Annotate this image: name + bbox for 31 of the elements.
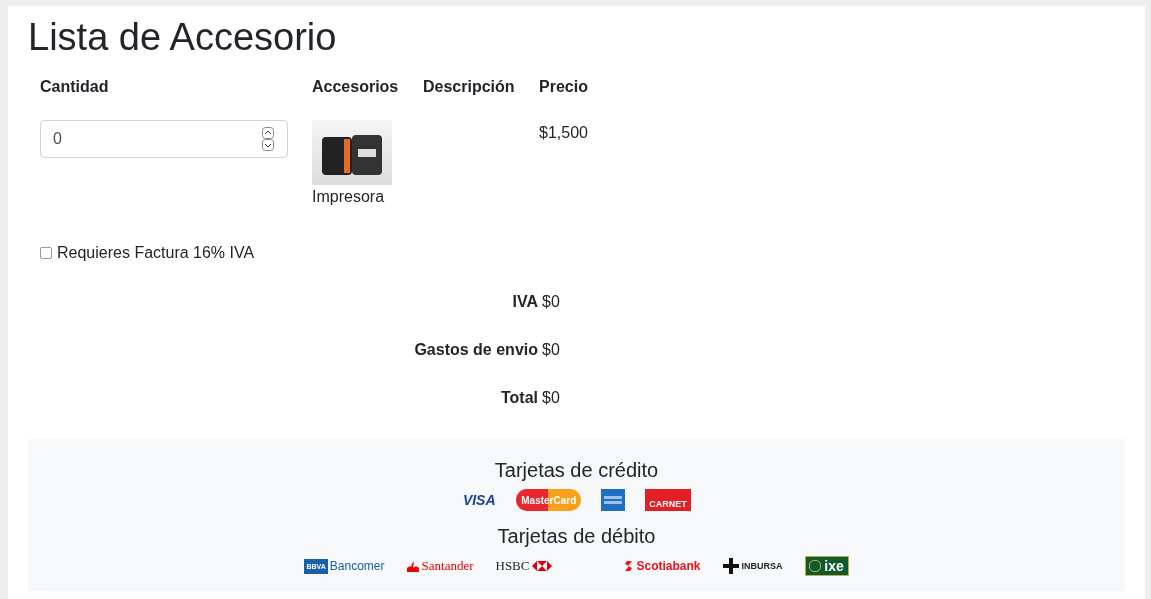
total-value: $0 (542, 292, 561, 311)
scotiabank-logo: Scotiabank (624, 559, 701, 573)
quantity-field[interactable]: 0 (40, 120, 288, 158)
ixe-logo: ixe (804, 556, 849, 576)
carnet-logo: CARNET (645, 489, 691, 511)
amex-logo (601, 489, 626, 511)
price-cell-text: $1,500 (539, 124, 589, 143)
checkbox-label: Requieres Factura 16% IVA (57, 244, 255, 262)
hexagon-icon (532, 561, 553, 571)
total-label: Gastos de envio (413, 340, 538, 359)
checkbox[interactable] (40, 247, 52, 259)
hsbc-logo: HSBC (495, 558, 553, 574)
flame-icon (406, 560, 419, 572)
santander-logo: Santander (406, 558, 474, 574)
mastercard-logo: MasterCard (516, 489, 582, 511)
total-value: $0 (542, 388, 561, 407)
credit-cards-title: Tarjetas de crédito (494, 459, 659, 481)
total-label: Total (499, 388, 538, 407)
column-header: Descripción (423, 78, 516, 97)
visa-logo: VISA (462, 492, 497, 508)
total-label: IVA (511, 292, 538, 311)
spinner-icon[interactable] (262, 127, 274, 151)
column-header: Cantidad (40, 78, 110, 97)
accessory-name: Impresora (312, 188, 386, 206)
debit-cards-title: Tarjetas de débito (497, 525, 656, 547)
page-title: Lista de Accesorio (28, 15, 338, 60)
total-value: $0 (542, 340, 561, 359)
column-header: Accesorios (312, 78, 400, 97)
column-header: Precio (539, 78, 589, 97)
s-mark-icon (624, 560, 634, 572)
inbursa-logo: INBURSA (722, 558, 783, 574)
